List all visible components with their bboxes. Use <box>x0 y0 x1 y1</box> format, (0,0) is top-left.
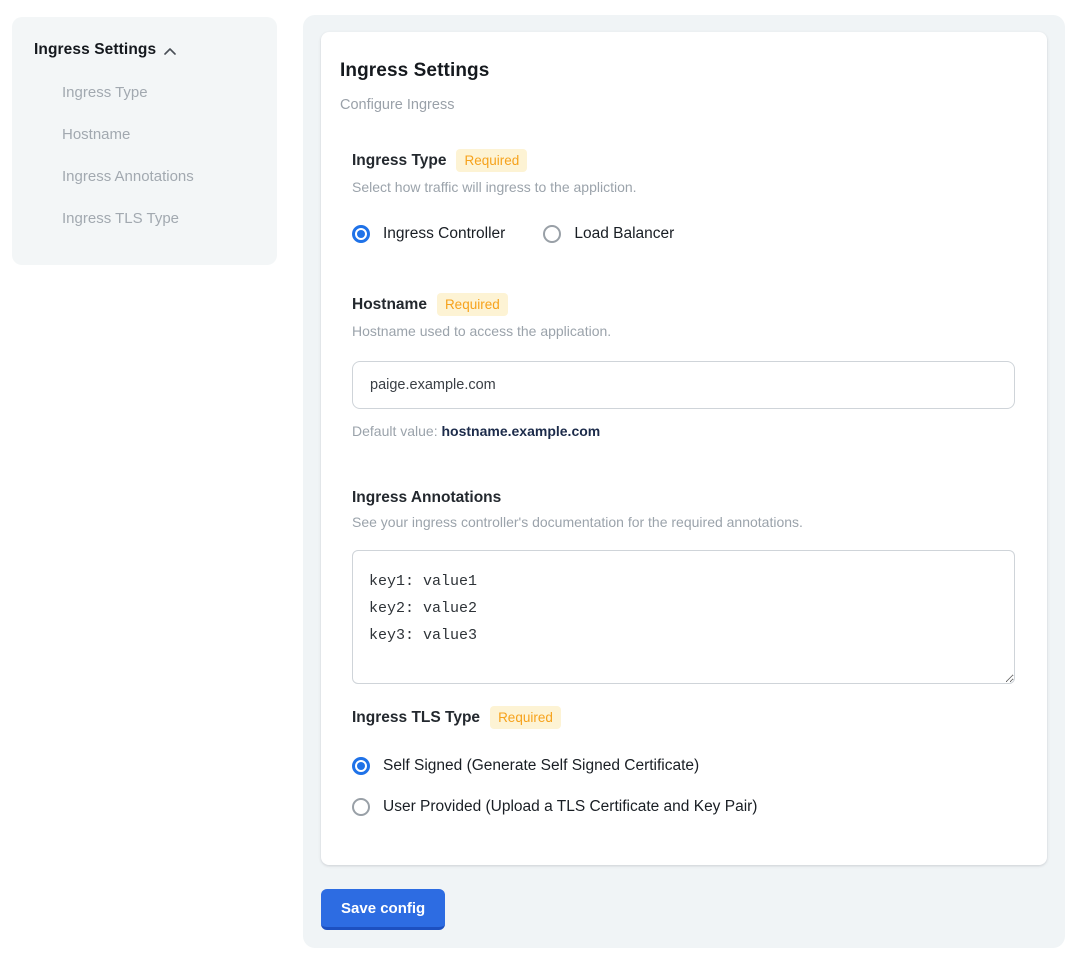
settings-sidebar: Ingress Settings Ingress Type Hostname I… <box>12 17 277 265</box>
field-hostname: Hostname Required Hostname used to acces… <box>352 293 1015 439</box>
radio-self-signed[interactable]: Self Signed (Generate Self Signed Certif… <box>352 757 1015 775</box>
ingress-settings-card: Ingress Settings Configure Ingress Ingre… <box>321 32 1047 865</box>
ingress-type-label: Ingress Type <box>352 152 446 170</box>
radio-load-balancer-label: Load Balancer <box>574 225 674 243</box>
radio-selected-icon[interactable] <box>352 225 370 243</box>
sidebar-item-hostname[interactable]: Hostname <box>62 126 255 143</box>
default-value-label: Default value: <box>352 423 442 439</box>
page-subtitle: Configure Ingress <box>340 97 1015 113</box>
sidebar-section-toggle[interactable]: Ingress Settings <box>34 41 255 59</box>
hostname-default-line: Default value: hostname.example.com <box>352 423 1015 439</box>
radio-self-signed-label: Self Signed (Generate Self Signed Certif… <box>383 757 699 775</box>
settings-panel: Ingress Settings Configure Ingress Ingre… <box>303 15 1065 948</box>
sidebar-item-ingress-type[interactable]: Ingress Type <box>62 84 255 101</box>
ingress-tls-radio-group: Self Signed (Generate Self Signed Certif… <box>352 757 1015 816</box>
radio-user-provided[interactable]: User Provided (Upload a TLS Certificate … <box>352 798 1015 816</box>
hostname-label: Hostname <box>352 296 427 314</box>
ingress-annotations-textarea[interactable]: key1: value1 key2: value2 key3: value3 <box>352 550 1015 684</box>
field-ingress-type: Ingress Type Required Select how traffic… <box>352 149 1015 243</box>
hostname-description: Hostname used to access the application. <box>352 323 1015 339</box>
radio-ingress-controller[interactable]: Ingress Controller <box>352 225 505 243</box>
required-badge: Required <box>437 293 508 316</box>
page-title: Ingress Settings <box>340 60 1015 82</box>
default-value-text: hostname.example.com <box>442 423 601 439</box>
radio-ingress-controller-label: Ingress Controller <box>383 225 505 243</box>
save-config-button[interactable]: Save config <box>321 889 445 930</box>
ingress-tls-type-label: Ingress TLS Type <box>352 709 480 727</box>
sidebar-section-title: Ingress Settings <box>34 41 156 59</box>
ingress-type-radio-group: Ingress Controller Load Balancer <box>352 225 1015 243</box>
radio-selected-icon[interactable] <box>352 757 370 775</box>
radio-user-provided-label: User Provided (Upload a TLS Certificate … <box>383 798 757 816</box>
ingress-annotations-label: Ingress Annotations <box>352 489 501 507</box>
field-ingress-annotations: Ingress Annotations See your ingress con… <box>352 489 1015 684</box>
hostname-input[interactable] <box>352 361 1015 409</box>
sidebar-item-ingress-annotations[interactable]: Ingress Annotations <box>62 168 255 185</box>
radio-unselected-icon[interactable] <box>352 798 370 816</box>
ingress-annotations-description: See your ingress controller's documentat… <box>352 514 1015 530</box>
ingress-type-description: Select how traffic will ingress to the a… <box>352 179 1015 195</box>
radio-load-balancer[interactable]: Load Balancer <box>543 225 674 243</box>
chevron-up-icon <box>164 46 176 58</box>
radio-unselected-icon[interactable] <box>543 225 561 243</box>
field-ingress-tls-type: Ingress TLS Type Required Self Signed (G… <box>352 706 1015 816</box>
sidebar-item-ingress-tls-type[interactable]: Ingress TLS Type <box>62 210 255 227</box>
sidebar-item-list: Ingress Type Hostname Ingress Annotation… <box>62 84 255 227</box>
required-badge: Required <box>456 149 527 172</box>
required-badge: Required <box>490 706 561 729</box>
